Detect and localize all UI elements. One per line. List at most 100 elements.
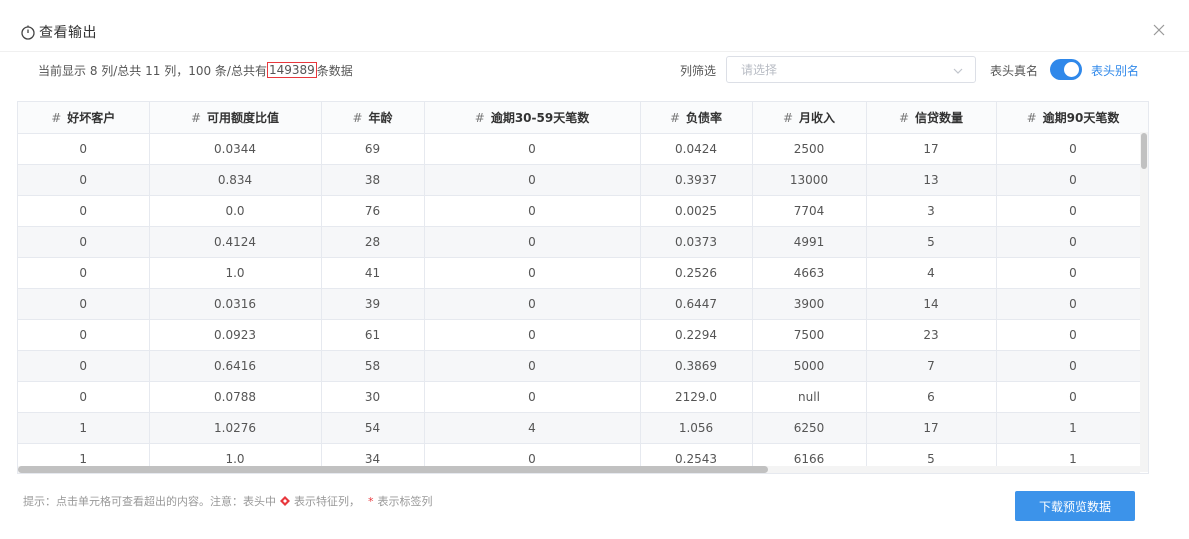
table-cell[interactable]: 28 bbox=[321, 226, 425, 258]
table-cell[interactable]: 5000 bbox=[752, 350, 867, 382]
table-cell[interactable]: 0.3869 bbox=[640, 350, 753, 382]
table-cell[interactable]: 0 bbox=[424, 133, 641, 165]
table-cell[interactable]: 0 bbox=[18, 319, 150, 351]
table-cell[interactable]: 0.0316 bbox=[149, 288, 322, 320]
header-name-toggle[interactable] bbox=[1050, 59, 1082, 80]
vertical-scrollbar[interactable] bbox=[1141, 133, 1147, 169]
table-cell[interactable]: 0 bbox=[18, 350, 150, 382]
table-cell[interactable]: 0 bbox=[996, 257, 1148, 289]
table-cell[interactable]: 13 bbox=[866, 164, 997, 196]
table-cell[interactable]: 41 bbox=[321, 257, 425, 289]
table-cell[interactable]: 0 bbox=[18, 164, 150, 196]
table-cell[interactable]: 0 bbox=[18, 257, 150, 289]
column-header[interactable]: # 可用额度比值 bbox=[149, 102, 322, 134]
table-cell[interactable]: 0 bbox=[996, 288, 1148, 320]
table-cell[interactable]: 4 bbox=[866, 257, 997, 289]
table-cell[interactable]: 0 bbox=[996, 133, 1148, 165]
header-alias-label[interactable]: 表头别名 bbox=[1091, 62, 1139, 79]
table-cell[interactable]: 0.0923 bbox=[149, 319, 322, 351]
table-cell[interactable]: 0.0025 bbox=[640, 195, 753, 227]
table-cell[interactable]: 7704 bbox=[752, 195, 867, 227]
table-cell[interactable]: 0 bbox=[18, 288, 150, 320]
table-cell[interactable]: 2500 bbox=[752, 133, 867, 165]
table-cell[interactable]: 23 bbox=[866, 319, 997, 351]
table-row: 0 0.0 76 0 0.0025 7704 3 0 bbox=[18, 195, 1148, 227]
column-header[interactable]: # 逾期30-59天笔数 bbox=[424, 102, 641, 134]
table-cell[interactable]: 2129.0 bbox=[640, 381, 753, 413]
table-cell[interactable]: 6 bbox=[866, 381, 997, 413]
table-cell[interactable]: 76 bbox=[321, 195, 425, 227]
table-cell[interactable]: 0 bbox=[996, 381, 1148, 413]
chevron-down-icon bbox=[953, 65, 963, 75]
table-cell[interactable]: 13000 bbox=[752, 164, 867, 196]
table-cell[interactable]: 14 bbox=[866, 288, 997, 320]
table-cell[interactable]: 17 bbox=[866, 133, 997, 165]
table-cell[interactable]: 0.2526 bbox=[640, 257, 753, 289]
toggle-knob bbox=[1064, 62, 1079, 77]
table-cell[interactable]: 0 bbox=[424, 164, 641, 196]
table-cell[interactable]: 0.0 bbox=[149, 195, 322, 227]
table-cell[interactable]: 0 bbox=[996, 164, 1148, 196]
table-cell[interactable]: 0 bbox=[996, 350, 1148, 382]
table-cell[interactable]: 0 bbox=[424, 381, 641, 413]
table-cell[interactable]: 17 bbox=[866, 412, 997, 444]
table-cell[interactable]: 0 bbox=[18, 195, 150, 227]
table-cell[interactable]: 0.0788 bbox=[149, 381, 322, 413]
feature-diamond-icon bbox=[280, 496, 290, 506]
horizontal-scrollbar[interactable] bbox=[18, 466, 768, 473]
table-cell[interactable]: 3900 bbox=[752, 288, 867, 320]
table-cell[interactable]: 0.0344 bbox=[149, 133, 322, 165]
table-cell[interactable]: 0.6416 bbox=[149, 350, 322, 382]
table-cell[interactable]: 0.0373 bbox=[640, 226, 753, 258]
download-preview-button[interactable]: 下载预览数据 bbox=[1015, 491, 1135, 521]
table-cell[interactable]: 0 bbox=[424, 195, 641, 227]
table-cell[interactable]: 58 bbox=[321, 350, 425, 382]
table-cell[interactable]: 0 bbox=[424, 226, 641, 258]
table-cell[interactable]: 5 bbox=[866, 226, 997, 258]
table-cell[interactable]: 3 bbox=[866, 195, 997, 227]
table-cell[interactable]: 1 bbox=[18, 412, 150, 444]
table-cell[interactable]: null bbox=[752, 381, 867, 413]
table-cell[interactable]: 0.4124 bbox=[149, 226, 322, 258]
table-cell[interactable]: 0 bbox=[424, 288, 641, 320]
table-cell[interactable]: 0 bbox=[424, 319, 641, 351]
column-filter-select[interactable]: 请选择 bbox=[726, 56, 976, 83]
column-header[interactable]: # 月收入 bbox=[752, 102, 867, 134]
table-cell[interactable]: 61 bbox=[321, 319, 425, 351]
table-cell[interactable]: 0 bbox=[996, 319, 1148, 351]
table-cell[interactable]: 0.3937 bbox=[640, 164, 753, 196]
table-cell[interactable]: 4 bbox=[424, 412, 641, 444]
table-cell[interactable]: 7500 bbox=[752, 319, 867, 351]
table-cell[interactable]: 0 bbox=[18, 226, 150, 258]
column-header[interactable]: # 好坏客户 bbox=[18, 102, 150, 134]
table-cell[interactable]: 0 bbox=[18, 381, 150, 413]
column-header[interactable]: # 负债率 bbox=[640, 102, 753, 134]
table-cell[interactable]: 69 bbox=[321, 133, 425, 165]
table-cell[interactable]: 1.0276 bbox=[149, 412, 322, 444]
table-cell[interactable]: 0 bbox=[424, 257, 641, 289]
column-header[interactable]: # 信贷数量 bbox=[866, 102, 997, 134]
table-cell[interactable]: 38 bbox=[321, 164, 425, 196]
table-cell[interactable]: 0.6447 bbox=[640, 288, 753, 320]
table-cell[interactable]: 0 bbox=[996, 226, 1148, 258]
table-cell[interactable]: 6250 bbox=[752, 412, 867, 444]
table-cell[interactable]: 30 bbox=[321, 381, 425, 413]
table-cell[interactable]: 7 bbox=[866, 350, 997, 382]
table-cell[interactable]: 0 bbox=[996, 195, 1148, 227]
table-cell[interactable]: 54 bbox=[321, 412, 425, 444]
table-cell[interactable]: 4663 bbox=[752, 257, 867, 289]
header-divider bbox=[0, 51, 1189, 52]
table-cell[interactable]: 0.2294 bbox=[640, 319, 753, 351]
close-icon[interactable] bbox=[1151, 22, 1167, 38]
table-cell[interactable]: 0 bbox=[424, 350, 641, 382]
table-cell[interactable]: 0 bbox=[18, 133, 150, 165]
column-header[interactable]: # 年龄 bbox=[321, 102, 425, 134]
table-cell[interactable]: 1.056 bbox=[640, 412, 753, 444]
table-cell[interactable]: 4991 bbox=[752, 226, 867, 258]
table-cell[interactable]: 1.0 bbox=[149, 257, 322, 289]
table-cell[interactable]: 39 bbox=[321, 288, 425, 320]
column-header[interactable]: # 逾期90天笔数 bbox=[996, 102, 1148, 134]
table-cell[interactable]: 0.834 bbox=[149, 164, 322, 196]
table-cell[interactable]: 1 bbox=[996, 412, 1148, 444]
table-cell[interactable]: 0.0424 bbox=[640, 133, 753, 165]
